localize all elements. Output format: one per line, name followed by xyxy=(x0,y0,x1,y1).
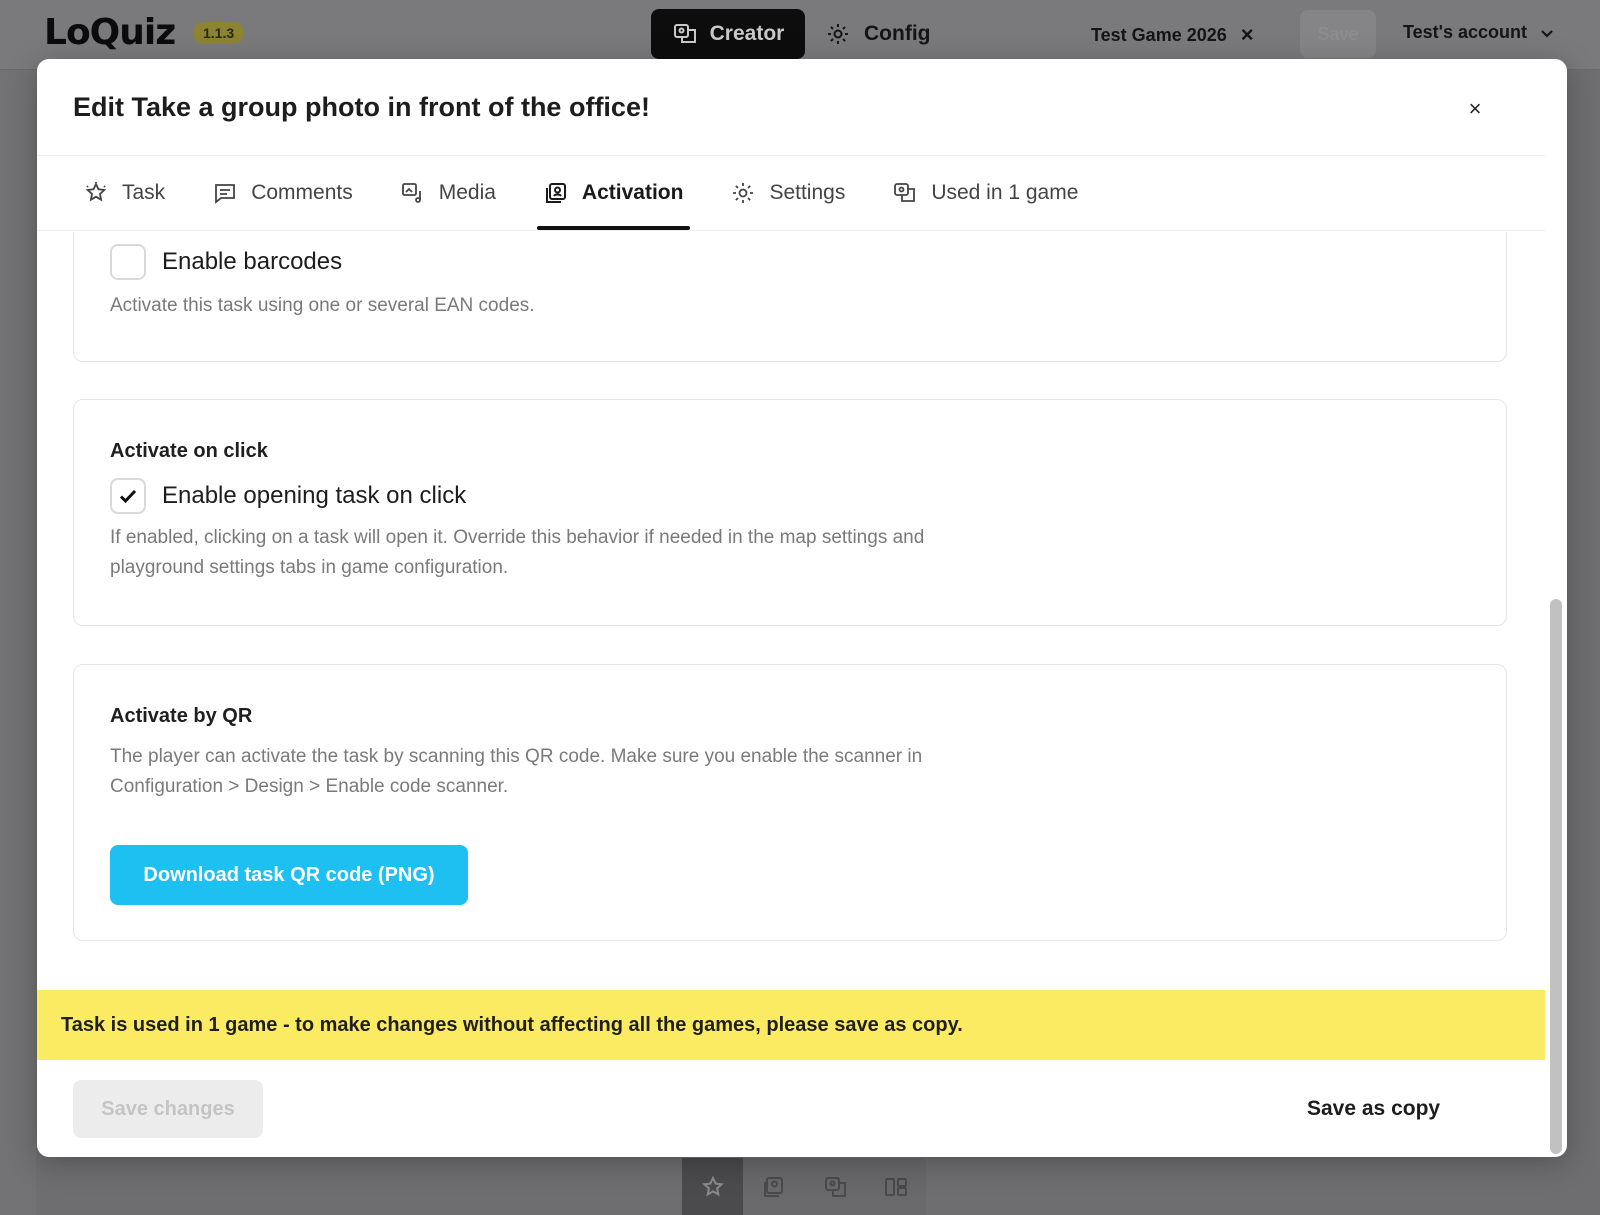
modal-title: Edit Take a group photo in front of the … xyxy=(73,91,650,122)
edit-task-modal: Edit Take a group photo in front of the … xyxy=(37,59,1567,1157)
config-label: Config xyxy=(864,22,931,45)
activate-on-click-card: Activate on click Enable opening task on… xyxy=(73,399,1507,626)
save-changes-button[interactable]: Save changes xyxy=(73,1080,263,1138)
download-qr-button[interactable]: Download task QR code (PNG) xyxy=(110,845,468,905)
click-label: Enable opening task on click xyxy=(162,482,467,509)
account-label: Test's account xyxy=(1403,22,1527,42)
warning-banner: Task is used in 1 game - to make changes… xyxy=(37,990,1545,1060)
comment-icon xyxy=(215,183,236,204)
star-icon xyxy=(85,181,107,201)
creator-label: Creator xyxy=(709,22,785,45)
account-menu[interactable]: Test's account xyxy=(1403,22,1555,43)
gear-icon xyxy=(828,24,848,44)
qr-help-line2: Configuration > Design > Enable code sca… xyxy=(110,776,509,797)
tab-used-in-game[interactable]: Used in 1 game xyxy=(886,155,1085,230)
click-row: Enable opening task on click xyxy=(110,478,466,514)
creator-icon xyxy=(673,24,696,43)
qr-help: The player can activate the task by scan… xyxy=(110,742,1090,802)
tab-media-label: Media xyxy=(438,180,496,204)
activation-content: Enable barcodes Activate this task using… xyxy=(37,232,1545,987)
game-tab-label: Test Game 2026 xyxy=(1091,24,1227,45)
star-icon xyxy=(701,1175,724,1196)
version-badge: 1.1.3 xyxy=(193,22,245,44)
click-help: If enabled, clicking on a task will open… xyxy=(110,523,1090,583)
scrollbar-thumb[interactable] xyxy=(1550,599,1562,1154)
modal-header: Edit Take a group photo in front of the … xyxy=(37,59,1545,156)
creator-button[interactable]: Creator xyxy=(651,9,805,59)
bottom-game-button[interactable] xyxy=(804,1158,865,1215)
tab-settings[interactable]: Settings xyxy=(724,155,852,230)
click-checkbox[interactable] xyxy=(110,478,146,514)
tab-activation-label: Activation xyxy=(581,180,684,204)
close-icon[interactable]: × xyxy=(1455,89,1495,129)
activate-by-qr-card: Activate by QR The player can activate t… xyxy=(73,664,1507,941)
bottom-toolbar xyxy=(682,1158,926,1215)
modal-tabs: Task Comments Media Activation Settings … xyxy=(37,156,1545,231)
barcodes-row: Enable barcodes xyxy=(110,244,342,280)
chevron-down-icon xyxy=(1541,29,1553,38)
activation-icon xyxy=(545,182,566,203)
game-icon xyxy=(824,1176,846,1197)
gear-icon xyxy=(733,182,754,203)
bottom-tasks-button[interactable] xyxy=(682,1158,743,1215)
activation-icon xyxy=(763,1176,783,1197)
qr-help-line1: The player can activate the task by scan… xyxy=(110,746,923,767)
save-as-copy-button[interactable]: Save as copy xyxy=(1307,1089,1440,1129)
click-help-line2: playground settings tabs in game configu… xyxy=(110,557,509,578)
barcodes-checkbox[interactable] xyxy=(110,244,146,280)
tab-used-in-game-label: Used in 1 game xyxy=(931,180,1079,204)
barcodes-label: Enable barcodes xyxy=(162,248,343,275)
media-icon xyxy=(401,182,421,203)
activate-by-qr-title: Activate by QR xyxy=(110,705,253,727)
tab-comments[interactable]: Comments xyxy=(206,155,360,230)
barcodes-card: Enable barcodes Activate this task using… xyxy=(73,232,1507,362)
save-button[interactable]: Save xyxy=(1300,10,1376,58)
close-icon[interactable]: × xyxy=(1241,22,1254,48)
tab-activation[interactable]: Activation xyxy=(536,155,691,230)
activate-on-click-title: Activate on click xyxy=(110,440,268,462)
bottom-layout-button[interactable] xyxy=(865,1158,926,1215)
bottom-activation-button[interactable] xyxy=(743,1158,804,1215)
config-button[interactable]: Config xyxy=(826,9,930,59)
tab-comments-label: Comments xyxy=(251,180,353,204)
game-icon xyxy=(894,182,916,202)
game-tab[interactable]: Test Game 2026 × xyxy=(1091,22,1254,48)
click-help-line1: If enabled, clicking on a task will open… xyxy=(110,527,925,548)
app-logo: LoQuiz xyxy=(44,12,176,53)
barcodes-help: Activate this task using one or several … xyxy=(110,295,535,316)
tab-task[interactable]: Task xyxy=(77,155,172,230)
tab-settings-label: Settings xyxy=(769,180,846,204)
tab-media[interactable]: Media xyxy=(394,155,503,230)
background-panel xyxy=(0,70,36,1215)
layout-icon xyxy=(884,1177,907,1196)
checkmark-icon xyxy=(119,489,137,504)
tab-task-label: Task xyxy=(122,180,166,204)
